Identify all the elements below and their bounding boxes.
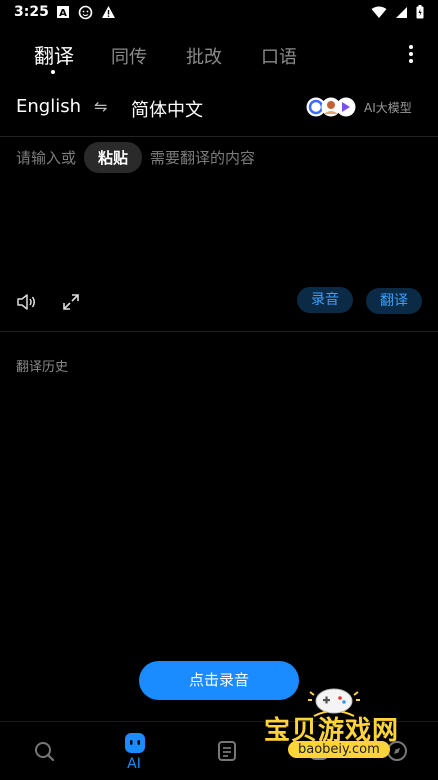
tab-correct[interactable]: 批改: [186, 43, 222, 69]
ai-model-avatars-icon[interactable]: [306, 96, 358, 118]
battery-icon: [416, 5, 424, 19]
translation-input[interactable]: 请输入或 粘贴 需要翻译的内容: [16, 141, 256, 173]
divider: [0, 136, 438, 137]
watermark-url: baobeiy.com: [288, 741, 390, 758]
fullscreen-icon[interactable]: [62, 293, 80, 311]
nav-ai-label: AI: [127, 756, 141, 772]
nav-search[interactable]: [13, 722, 73, 780]
more-icon[interactable]: [408, 44, 414, 64]
wifi-icon: [371, 6, 387, 18]
tab-speaking[interactable]: 口语: [261, 43, 297, 69]
translation-history-label: 翻译历史: [16, 360, 69, 375]
face-id-icon: [78, 5, 93, 20]
record-button[interactable]: 录音: [297, 287, 353, 313]
signal-icon: [396, 6, 407, 18]
speaker-icon[interactable]: [16, 293, 36, 311]
status-bar: 3:25 A: [0, 0, 438, 26]
target-language[interactable]: 简体中文: [131, 96, 203, 122]
search-icon: [35, 742, 55, 762]
tab-simultaneous[interactable]: 同传: [111, 43, 147, 69]
svg-text:A: A: [59, 8, 67, 19]
translate-button[interactable]: 翻译: [366, 288, 422, 314]
watermark-logo: 宝贝游戏网 baobeiy.com: [262, 686, 438, 778]
a-box-icon: A: [57, 6, 69, 19]
notes-icon: [218, 741, 236, 761]
mode-tabs: 翻译 同传 批改 口语: [0, 40, 438, 80]
swap-languages-icon[interactable]: ⇋: [94, 97, 107, 116]
divider: [0, 331, 438, 332]
input-placeholder-prefix: 请输入或: [16, 148, 77, 167]
source-language[interactable]: English: [16, 96, 81, 117]
tab-translate[interactable]: 翻译: [34, 40, 74, 69]
ai-model-label[interactable]: AI大模型: [364, 99, 412, 116]
nav-ai[interactable]: AI: [104, 722, 164, 780]
warning-icon: [102, 6, 115, 18]
ai-robot-icon: [125, 733, 145, 753]
input-placeholder-suffix: 需要翻译的内容: [150, 148, 256, 167]
active-tab-indicator: [51, 70, 55, 74]
nav-notes[interactable]: [196, 722, 256, 780]
status-time: 3:25: [14, 4, 49, 20]
language-selector: English ⇋ 简体中文 AI大模型: [0, 96, 438, 124]
paste-button[interactable]: 粘贴: [84, 141, 143, 173]
